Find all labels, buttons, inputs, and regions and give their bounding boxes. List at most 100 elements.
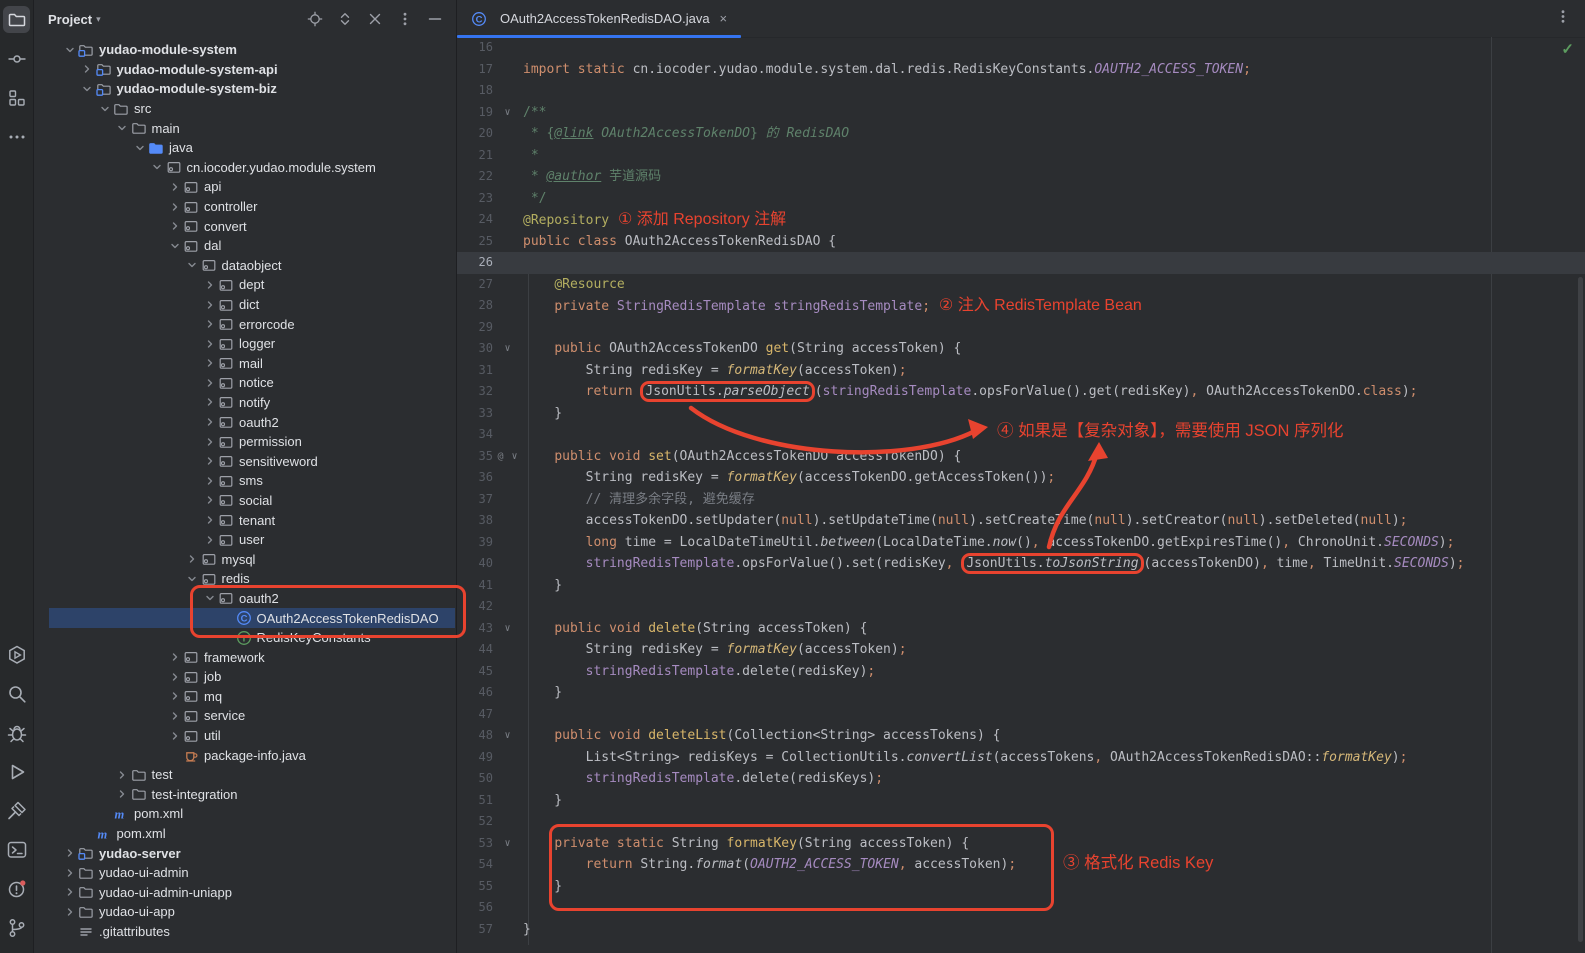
code-line-39[interactable]: 39 long time = LocalDateTimeUtil.between… [457,532,1585,554]
code-line-41[interactable]: 41 } [457,575,1585,597]
code-line-16[interactable]: 16 [457,37,1585,59]
tree-item-social[interactable]: social [49,491,455,511]
tree-item-cn-iocoder-yudao-module-system[interactable]: cn.iocoder.yudao.module.system [49,158,455,178]
code-line-31[interactable]: 31 String redisKey = formatKey(accessTok… [457,360,1585,382]
chevron-right-icon[interactable] [79,63,96,75]
activity-button-terminal[interactable] [3,836,30,863]
code-line-51[interactable]: 51 } [457,790,1585,812]
chevron-right-icon[interactable] [114,788,131,800]
tree-item-convert[interactable]: convert [49,216,455,236]
tree-item-src[interactable]: src [49,99,455,119]
tree-item-yudao-module-system-api[interactable]: yudao-module-system-api [49,60,455,80]
code-line-36[interactable]: 36 String redisKey = formatKey(accessTok… [457,467,1585,489]
tree-item-notify[interactable]: notify [49,393,455,413]
code-line-22[interactable]: 22 * @author 芋道源码 [457,166,1585,188]
chevron-right-icon[interactable] [166,651,183,663]
tree-item-tenant[interactable]: tenant [49,510,455,530]
tree-item--gitattributes[interactable]: .gitattributes [49,922,455,942]
tree-item-mysql[interactable]: mysql [49,549,455,569]
tree-item-permission[interactable]: permission [49,432,455,452]
chevron-right-icon[interactable] [61,867,78,879]
tree-item-yudao-ui-admin-uniapp[interactable]: yudao-ui-admin-uniapp [49,883,455,903]
code-editor[interactable]: 1617import static cn.iocoder.yudao.modul… [457,37,1585,953]
fold-arrow-icon[interactable]: ∨ [493,102,523,124]
tree-item-notice[interactable]: notice [49,373,455,393]
chevron-down-icon[interactable] [61,44,78,56]
tab-oauth2accesstokenredisdao[interactable]: C OAuth2AccessTokenRedisDAO.java × [457,0,741,37]
tree-item-package-info-java[interactable]: package-info.java [49,745,455,765]
activity-button-structure[interactable] [3,84,30,111]
chevron-right-icon[interactable] [61,847,78,859]
chevron-down-icon[interactable] [166,240,183,252]
tree-item-oauth2[interactable]: oauth2 [49,412,455,432]
tree-item-mail[interactable]: mail [49,354,455,374]
code-line-27[interactable]: 27 @Resource [457,274,1585,296]
tree-item-redis[interactable]: redis [49,569,455,589]
tree-item-dal[interactable]: dal [49,236,455,256]
tree-item-oauth2[interactable]: oauth2 [49,589,455,609]
chevron-right-icon[interactable] [201,357,218,369]
tree-item-yudao-ui-admin[interactable]: yudao-ui-admin [49,863,455,883]
activity-button-project-folder[interactable] [3,6,30,33]
code-line-47[interactable]: 47 [457,704,1585,726]
tree-item-dept[interactable]: dept [49,275,455,295]
code-line-20[interactable]: 20 * {@link OAuth2AccessTokenDO} 的 Redis… [457,123,1585,145]
collapse-all-icon[interactable] [367,11,383,27]
code-line-43[interactable]: 43∨ public void delete(String accessToke… [457,618,1585,640]
code-line-32[interactable]: 32 return JsonUtils.parseObject(stringRe… [457,381,1585,403]
code-line-57[interactable]: 57} [457,919,1585,941]
code-line-35[interactable]: 35@ ∨ public void set(OAuth2AccessTokenD… [457,446,1585,468]
chevron-down-icon[interactable] [201,592,218,604]
code-line-55[interactable]: 55 } [457,876,1585,898]
chevron-right-icon[interactable] [201,279,218,291]
code-line-29[interactable]: 29 [457,317,1585,339]
code-line-26[interactable]: 26 [457,252,1585,274]
tree-item-yudao-server[interactable]: yudao-server [49,843,455,863]
chevron-right-icon[interactable] [166,201,183,213]
activity-button-commit[interactable] [3,45,30,72]
tree-item-util[interactable]: util [49,726,455,746]
activity-button-services[interactable] [3,641,30,668]
fold-arrow-icon[interactable]: ∨ [493,725,523,747]
tree-item-mq[interactable]: mq [49,687,455,707]
tree-item-rediskeyconstants[interactable]: IRedisKeyConstants [49,628,455,648]
chevron-right-icon[interactable] [61,906,78,918]
code-line-40[interactable]: 40 stringRedisTemplate.opsForValue().set… [457,553,1585,575]
code-line-48[interactable]: 48∨ public void deleteList(Collection<St… [457,725,1585,747]
tree-item-yudao-module-system-biz[interactable]: yudao-module-system-biz [49,79,455,99]
chevron-right-icon[interactable] [166,181,183,193]
project-panel-title[interactable]: Project [48,12,92,27]
code-line-44[interactable]: 44 String redisKey = formatKey(accessTok… [457,639,1585,661]
tree-item-pom-xml[interactable]: mpom.xml [49,824,455,844]
more-vertical-icon[interactable] [397,11,413,27]
code-line-23[interactable]: 23 */ [457,188,1585,210]
tree-item-test-integration[interactable]: test-integration [49,785,455,805]
activity-button-build[interactable] [3,797,30,824]
tree-item-errorcode[interactable]: errorcode [49,314,455,334]
hide-icon[interactable] [427,11,443,27]
tree-item-yudao-ui-app[interactable]: yudao-ui-app [49,902,455,922]
code-line-49[interactable]: 49 List<String> redisKeys = CollectionUt… [457,747,1585,769]
fold-arrow-icon[interactable]: ∨ [493,618,523,640]
tree-item-user[interactable]: user [49,530,455,550]
code-line-54[interactable]: 54 return String.format(OAUTH2_ACCESS_TO… [457,854,1585,876]
chevron-down-icon[interactable] [149,161,166,173]
chevron-down-icon[interactable] [114,122,131,134]
tree-item-test[interactable]: test [49,765,455,785]
tree-item-oauth2accesstokenredisdao[interactable]: COAuth2AccessTokenRedisDAO [49,608,455,628]
chevron-right-icon[interactable] [166,730,183,742]
chevron-right-icon[interactable] [201,475,218,487]
activity-button-run[interactable] [3,758,30,785]
chevron-right-icon[interactable] [166,690,183,702]
chevron-right-icon[interactable] [166,671,183,683]
chevron-down-icon[interactable] [184,259,201,271]
chevron-down-icon[interactable] [79,83,96,95]
expand-all-icon[interactable] [337,11,353,27]
fold-arrow-icon[interactable]: ∨ [493,833,523,855]
code-line-17[interactable]: 17import static cn.iocoder.yudao.module.… [457,59,1585,81]
tree-item-sms[interactable]: sms [49,471,455,491]
tree-item-main[interactable]: main [49,118,455,138]
chevron-right-icon[interactable] [201,299,218,311]
code-line-53[interactable]: 53∨ private static String formatKey(Stri… [457,833,1585,855]
code-line-45[interactable]: 45 stringRedisTemplate.delete(redisKey); [457,661,1585,683]
